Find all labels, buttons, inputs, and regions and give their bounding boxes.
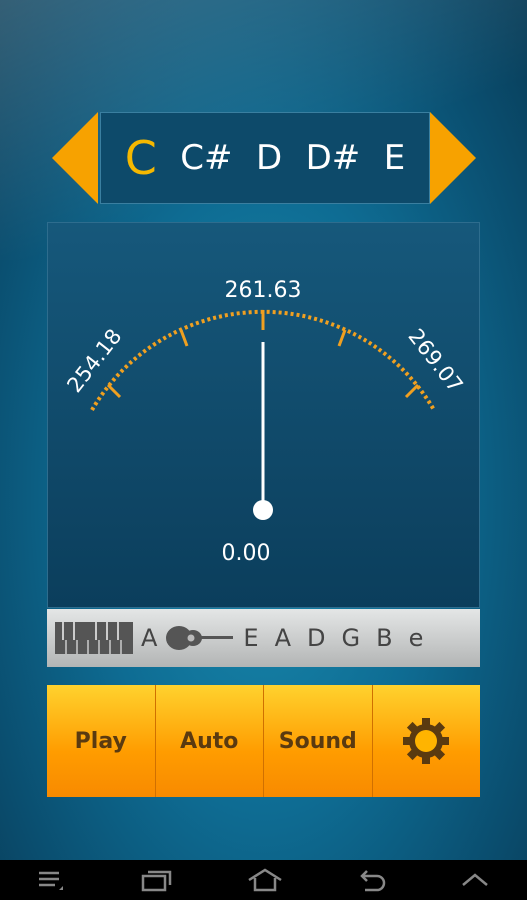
auto-button[interactable]: Auto	[155, 685, 264, 797]
play-button[interactable]: Play	[47, 685, 156, 797]
home-icon[interactable]	[247, 867, 283, 893]
needle-pivot	[253, 500, 273, 520]
guitar-icon[interactable]	[165, 623, 235, 653]
recent-apps-icon[interactable]	[140, 868, 174, 892]
piano-keys-icon[interactable]	[55, 622, 133, 654]
control-buttons: Play Auto Sound	[47, 685, 480, 797]
string-b[interactable]: B	[376, 624, 392, 652]
string-g[interactable]: G	[342, 624, 361, 652]
string-e-low[interactable]: E	[243, 624, 258, 652]
high-frequency-label: 269.07	[403, 324, 467, 397]
back-icon[interactable]	[357, 868, 387, 892]
string-e-high[interactable]: e	[409, 624, 424, 652]
string-d[interactable]: D	[307, 624, 325, 652]
sound-button[interactable]: Sound	[264, 685, 373, 797]
menu-icon[interactable]	[37, 868, 67, 892]
low-frequency-label: 254.18	[62, 324, 126, 397]
system-nav-bar	[0, 860, 527, 900]
string-a[interactable]: A	[275, 624, 291, 652]
settings-button[interactable]	[372, 685, 480, 797]
reference-note[interactable]: A	[141, 624, 157, 652]
center-frequency-label: 261.63	[225, 278, 302, 303]
chevron-up-icon[interactable]	[460, 870, 490, 890]
gear-icon	[403, 718, 450, 764]
tuning-strip: A E A D G B e	[47, 609, 480, 667]
cents-reading: 0.00	[222, 541, 271, 566]
